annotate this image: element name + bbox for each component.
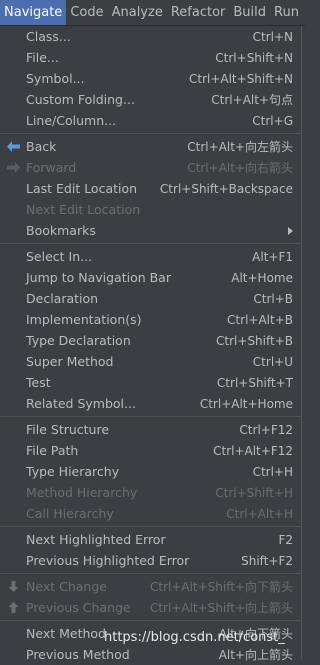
menu-item-shortcut: Ctrl+U — [252, 354, 293, 369]
navigate-dropdown-menu: Class... Ctrl+N File... Ctrl+Shift+N Symbol.… — [0, 26, 302, 662]
menu-item-shortcut: Alt+Home — [231, 270, 293, 285]
chevron-right-icon — [288, 226, 293, 235]
menu-item-label: Type Hierarchy — [26, 464, 120, 479]
menu-item-shortcut: F2 — [278, 532, 293, 547]
menu-item-shortcut: Ctrl+Shift+B — [216, 333, 293, 348]
menu-item-shortcut: Shift+F2 — [241, 553, 293, 568]
menu-item-label: Custom Folding... — [26, 92, 135, 107]
menu-item-label: Back — [26, 139, 57, 154]
menu-item-label: Forward — [26, 160, 77, 175]
menu-item-shortcut: Ctrl+Alt+Shift+向上箭头 — [149, 601, 293, 615]
menu-item-label: Test — [26, 375, 51, 390]
menu-item-method-hierarchy: Method Hierarchy Ctrl+Shift+H — [0, 482, 301, 503]
menu-item-label: Method Hierarchy — [26, 485, 138, 500]
menu-item-shortcut: Ctrl+F12 — [239, 422, 293, 437]
menu-item-label: File Path — [26, 443, 79, 458]
menu-item-declaration[interactable]: Declaration Ctrl+B — [0, 288, 301, 309]
menu-item-shortcut: Ctrl+Alt+F12 — [213, 443, 293, 458]
menu-item-shortcut: Ctrl+Alt+Shift+向下箭头 — [149, 580, 293, 594]
menu-item-shortcut: Ctrl+N — [252, 29, 293, 44]
menu-item-shortcut: Ctrl+Alt+向左箭头 — [187, 140, 293, 154]
menu-item-label: Implementation(s) — [26, 312, 142, 327]
forward-arrow-icon — [6, 160, 21, 175]
menu-item-shortcut: Ctrl+B — [253, 291, 293, 306]
menu-item-call-hierarchy: Call Hierarchy Ctrl+Alt+H — [0, 503, 301, 524]
menu-item-last-edit-location[interactable]: Last Edit Location Ctrl+Shift+Backspace — [0, 178, 301, 199]
menubar-refactor[interactable]: Refactor — [167, 0, 230, 25]
menu-item-class[interactable]: Class... Ctrl+N — [0, 26, 301, 47]
menu-item-line-column[interactable]: Line/Column... Ctrl+G — [0, 110, 301, 131]
menu-item-shortcut: Ctrl+Alt+H — [226, 506, 293, 521]
menu-item-jump-to-navigation-bar[interactable]: Jump to Navigation Bar Alt+Home — [0, 267, 301, 288]
menu-item-shortcut: Ctrl+G — [252, 113, 293, 128]
menu-item-label: Next Highlighted Error — [26, 532, 166, 547]
menu-item-shortcut: Alt+F1 — [252, 249, 293, 264]
menu-item-file[interactable]: File... Ctrl+Shift+N — [0, 47, 301, 68]
menu-item-bookmarks[interactable]: Bookmarks — [0, 220, 301, 241]
menu-item-next-change: Next Change Ctrl+Alt+Shift+向下箭头 — [0, 576, 301, 597]
menu-item-next-highlighted-error[interactable]: Next Highlighted Error F2 — [0, 529, 301, 550]
menu-item-shortcut: Ctrl+Alt+向右箭头 — [187, 161, 293, 175]
menubar-build[interactable]: Build — [229, 0, 270, 25]
menu-item-select-in[interactable]: Select In... Alt+F1 — [0, 246, 301, 267]
menu-item-shortcut: Ctrl+Alt+Shift+N — [188, 71, 293, 86]
menu-item-label: Previous Highlighted Error — [26, 553, 190, 568]
menu-item-label: Symbol... — [26, 71, 85, 86]
menu-item-previous-method[interactable]: Previous Method Alt+向上箭头 — [0, 644, 301, 665]
menu-item-label: File... — [26, 50, 59, 65]
menu-item-label: Type Declaration — [26, 333, 131, 348]
menu-item-shortcut: Alt+向上箭头 — [218, 648, 293, 662]
menu-item-back[interactable]: Back Ctrl+Alt+向左箭头 — [0, 136, 301, 157]
menu-item-custom-folding[interactable]: Custom Folding... Ctrl+Alt+句点 — [0, 89, 301, 110]
menu-item-label: Select In... — [26, 249, 93, 264]
menu-bar: Navigate Code Analyze Refactor Build Run — [0, 0, 305, 26]
menu-item-label: Class... — [26, 29, 71, 44]
menu-item-label: Bookmarks — [26, 223, 96, 238]
menu-item-shortcut: Ctrl+Shift+T — [216, 375, 293, 390]
menu-item-shortcut: Ctrl+Alt+Home — [199, 396, 293, 411]
menu-item-label: Declaration — [26, 291, 99, 306]
menu-item-label: Next Edit Location — [26, 202, 141, 217]
menu-item-next-edit-location: Next Edit Location — [0, 199, 301, 220]
menubar-navigate[interactable]: Navigate — [0, 0, 67, 25]
menu-item-implementation-s[interactable]: Implementation(s) Ctrl+Alt+B — [0, 309, 301, 330]
back-arrow-icon — [6, 139, 21, 154]
menubar-analyze[interactable]: Analyze — [108, 0, 167, 25]
watermark-url: https://blog.csdn.net/const_ — [104, 630, 285, 645]
menu-item-shortcut: Ctrl+Shift+Backspace — [159, 181, 293, 196]
menu-item-label: Jump to Navigation Bar — [26, 270, 171, 285]
menu-item-label: Super Method — [26, 354, 114, 369]
menubar-code[interactable]: Code — [66, 0, 107, 25]
menu-item-shortcut: Ctrl+Alt+句点 — [211, 93, 293, 107]
menu-item-type-declaration[interactable]: Type Declaration Ctrl+Shift+B — [0, 330, 301, 351]
menu-item-label: Line/Column... — [26, 113, 117, 128]
menu-item-label: Previous Method — [26, 647, 130, 662]
menu-item-shortcut: Ctrl+Shift+H — [215, 485, 293, 500]
menubar-run[interactable]: Run — [270, 0, 303, 25]
menu-item-shortcut: Ctrl+H — [252, 464, 293, 479]
menu-item-related-symbol[interactable]: Related Symbol... Ctrl+Alt+Home — [0, 393, 301, 414]
up-arrow-icon — [6, 600, 21, 615]
menu-item-shortcut: Ctrl+Alt+B — [227, 312, 293, 327]
menu-item-symbol[interactable]: Symbol... Ctrl+Alt+Shift+N — [0, 68, 301, 89]
menu-item-type-hierarchy[interactable]: Type Hierarchy Ctrl+H — [0, 461, 301, 482]
down-arrow-icon — [6, 579, 21, 594]
menu-item-test[interactable]: Test Ctrl+Shift+T — [0, 372, 301, 393]
menu-item-label: Related Symbol... — [26, 396, 136, 411]
menu-item-file-structure[interactable]: File Structure Ctrl+F12 — [0, 419, 301, 440]
menu-item-shortcut: Ctrl+Shift+N — [215, 50, 293, 65]
menu-item-label: Last Edit Location — [26, 181, 138, 196]
menu-item-super-method[interactable]: Super Method Ctrl+U — [0, 351, 301, 372]
menu-item-label: Previous Change — [26, 600, 131, 615]
menu-item-label: Call Hierarchy — [26, 506, 114, 521]
menu-item-forward: Forward Ctrl+Alt+向右箭头 — [0, 157, 301, 178]
menu-item-label: Next Change — [26, 579, 107, 594]
menu-item-previous-change: Previous Change Ctrl+Alt+Shift+向上箭头 — [0, 597, 301, 618]
menu-item-label: File Structure — [26, 422, 110, 437]
menu-item-file-path[interactable]: File Path Ctrl+Alt+F12 — [0, 440, 301, 461]
menu-item-previous-highlighted-error[interactable]: Previous Highlighted Error Shift+F2 — [0, 550, 301, 571]
